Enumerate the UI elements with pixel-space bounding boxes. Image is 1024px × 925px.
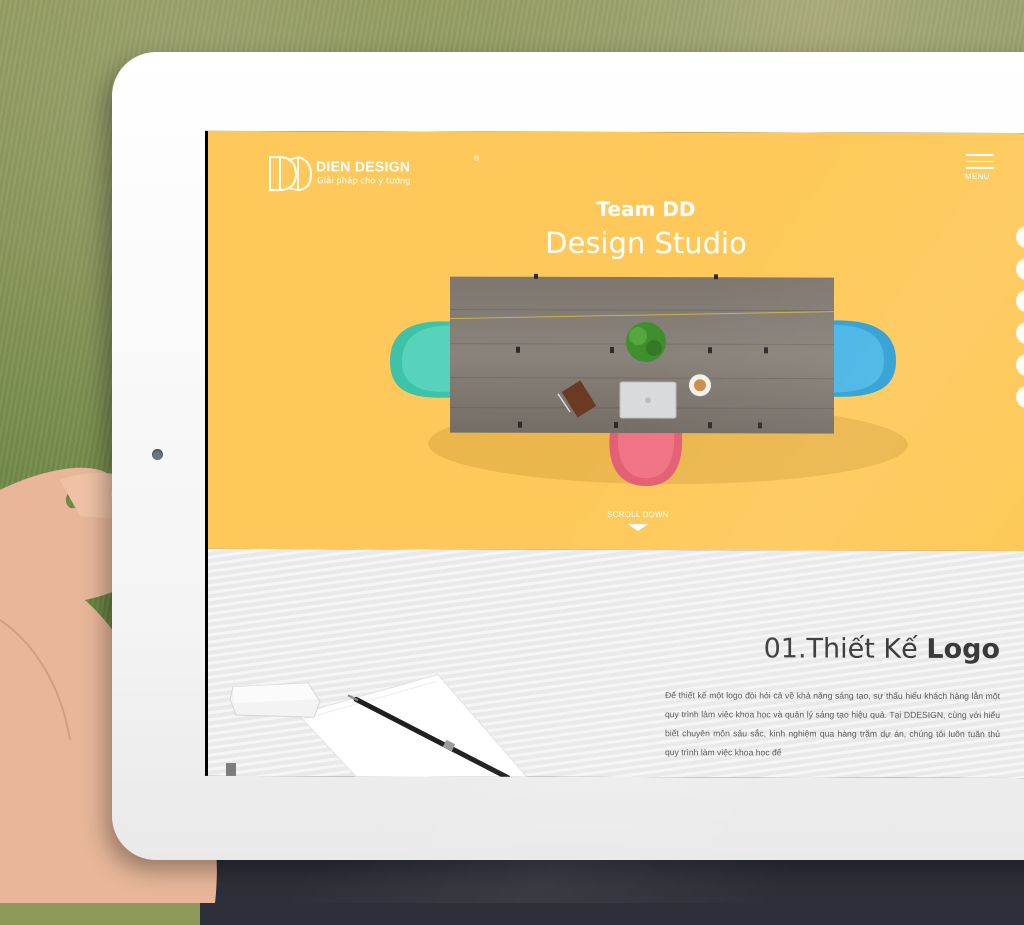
brand-tagline: Giải pháp cho ý tưởng [317,176,411,187]
section-title: 01.Thiết Kế Logo [764,633,1000,665]
side-nav-item[interactable] [1016,386,1024,409]
camera-dot [152,449,163,460]
section-number: 01.Thiết Kế [763,633,918,665]
section-title-bold: Logo [926,633,1000,666]
tablet-screen: DIEN DESIGN ® Giải pháp cho ý tưởng MENU… [205,130,1024,779]
studio-table-illustration [390,273,908,487]
desk-illustration [226,673,538,779]
side-nav-item[interactable] [1016,226,1024,249]
scroll-down[interactable]: SCROLL DOWN [208,509,1024,532]
section-paragraph: Để thiết kế một logo đòi hỏi cả về khả n… [665,690,1000,758]
registered-mark: ® [473,154,480,163]
scroll-down-label[interactable]: SCROLL DOWN [208,509,1024,520]
scroll-down-arrow-icon[interactable] [628,524,648,532]
side-nav-item[interactable] [1016,354,1024,377]
menu-label[interactable]: MENU [965,172,990,181]
side-nav-item[interactable] [1016,258,1024,281]
side-nav [1016,226,1024,418]
hero-section: DIEN DESIGN ® Giải pháp cho ý tưởng MENU… [208,130,1024,552]
side-nav-item[interactable] [1016,322,1024,345]
side-nav-item[interactable] [1016,290,1024,313]
hero-title: Team DD [596,196,696,222]
logo-mark-icon [269,156,312,192]
hero-subtitle: Design Studio [545,225,747,261]
logo-section: 01.Thiết Kế Logo Để thiết kế một logo đò… [208,548,1024,779]
brand-name: DIEN DESIGN [316,158,411,175]
